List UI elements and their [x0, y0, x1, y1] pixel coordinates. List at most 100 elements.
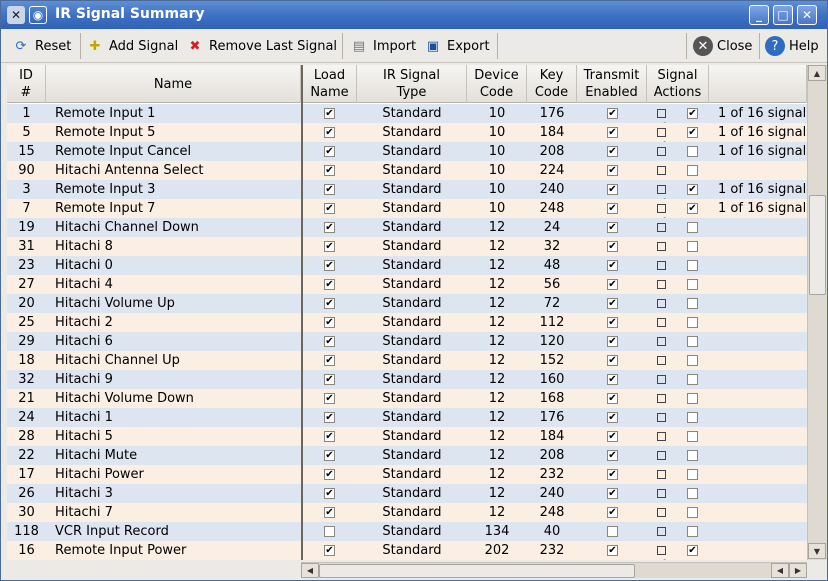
scroll-right-button[interactable]: ▶: [789, 563, 807, 578]
add-signal-button[interactable]: ✚ Add Signal: [81, 33, 182, 59]
signal-action-checkbox[interactable]: [687, 450, 698, 461]
signal-error-icon[interactable]: ✕: [657, 487, 673, 513]
transmit-enabled-checkbox[interactable]: ✔: [607, 260, 618, 271]
header-ir-signal-type[interactable]: IR Signal Type: [357, 65, 467, 103]
table-row[interactable]: 21 Hitachi Volume Down Standard 12 168 ✔ ✔ ✕: [7, 389, 807, 418]
transmit-enabled-checkbox[interactable]: ✔: [607, 488, 618, 499]
load-name-checkbox[interactable]: ✔: [324, 488, 335, 499]
load-name-checkbox[interactable]: ✔: [324, 260, 335, 271]
transmit-enabled-checkbox[interactable]: ✔: [607, 355, 618, 366]
transmit-enabled-checkbox[interactable]: ✔: [607, 412, 618, 423]
table-row[interactable]: 28 Hitachi 5 Standard 12 184 ✔ ✔ ✕: [7, 427, 807, 456]
signal-error-icon[interactable]: ✕: [657, 430, 673, 456]
signal-action-checkbox[interactable]: [687, 526, 698, 537]
scroll-down-button[interactable]: ▼: [808, 543, 826, 559]
transmit-enabled-checkbox[interactable]: ✔: [607, 146, 618, 157]
signal-action-checkbox[interactable]: [687, 336, 698, 347]
signal-action-checkbox[interactable]: [687, 241, 698, 252]
transmit-enabled-checkbox[interactable]: ✔: [607, 165, 618, 176]
transmit-enabled-checkbox[interactable]: ✔: [607, 241, 618, 252]
signal-action-checkbox[interactable]: [687, 260, 698, 271]
load-name-checkbox[interactable]: ✔: [324, 203, 335, 214]
table-row[interactable]: 118 VCR Input Record Standard 134 40 ✕: [7, 522, 807, 551]
signal-ok-icon[interactable]: ✔: [657, 202, 673, 228]
signal-action-checkbox[interactable]: [687, 488, 698, 499]
table-row[interactable]: 26 Hitachi 3 Standard 12 240 ✔ ✔ ✕: [7, 484, 807, 513]
load-name-checkbox[interactable]: ✔: [324, 222, 335, 233]
transmit-enabled-checkbox[interactable]: ✔: [607, 108, 618, 119]
signal-action-checkbox[interactable]: ✔: [687, 203, 698, 214]
table-row[interactable]: 31 Hitachi 8 Standard 12 32 ✔ ✔ ✕: [7, 237, 807, 266]
transmit-enabled-checkbox[interactable]: ✔: [607, 545, 618, 556]
help-button[interactable]: ? Help: [761, 33, 823, 59]
signal-ok-icon[interactable]: ✔: [657, 183, 673, 209]
header-name[interactable]: Name: [46, 65, 301, 103]
signal-action-checkbox[interactable]: [687, 374, 698, 385]
signal-error-icon[interactable]: ✕: [657, 525, 673, 551]
signal-action-checkbox[interactable]: ✔: [687, 184, 698, 195]
scroll-left-button[interactable]: ◀: [301, 563, 319, 578]
transmit-enabled-checkbox[interactable]: [607, 526, 618, 537]
scroll-up-button[interactable]: ▲: [808, 65, 826, 81]
transmit-enabled-checkbox[interactable]: ✔: [607, 222, 618, 233]
load-name-checkbox[interactable]: ✔: [324, 108, 335, 119]
transmit-enabled-checkbox[interactable]: ✔: [607, 374, 618, 385]
signal-error-icon[interactable]: ✕: [657, 164, 673, 190]
table-row[interactable]: 15 Remote Input Cancel Standard 10 208 1 of 1…: [7, 142, 807, 171]
load-name-checkbox[interactable]: ✔: [324, 317, 335, 328]
load-name-checkbox[interactable]: ✔: [324, 146, 335, 157]
signal-error-icon[interactable]: ✕: [657, 373, 673, 399]
transmit-enabled-checkbox[interactable]: ✔: [607, 507, 618, 518]
table-row[interactable]: 18 Hitachi Channel Up Standard 12 152 ✔ ✔ ✕: [7, 351, 807, 380]
header-id[interactable]: ID #: [7, 65, 46, 103]
load-name-checkbox[interactable]: [324, 526, 335, 537]
maximize-button[interactable]: □: [773, 5, 793, 25]
signal-action-checkbox[interactable]: ✔: [687, 545, 698, 556]
vertical-scroll-thumb[interactable]: [809, 195, 826, 295]
import-button[interactable]: ▤ Import: [345, 33, 420, 59]
header-extra[interactable]: [709, 65, 807, 103]
load-name-checkbox[interactable]: ✔: [324, 374, 335, 385]
signal-error-icon[interactable]: ✕: [657, 354, 673, 380]
transmit-enabled-checkbox[interactable]: ✔: [607, 336, 618, 347]
table-row[interactable]: 25 Hitachi 2 Standard 12 112 ✔ ✔ ✕: [7, 313, 807, 342]
table-row[interactable]: 1 Remote Input 1 Standard 10 176 1 of 16 sign…: [7, 104, 807, 133]
signal-action-checkbox[interactable]: [687, 431, 698, 442]
signal-error-icon[interactable]: ✕: [657, 411, 673, 437]
signal-action-checkbox[interactable]: [687, 412, 698, 423]
load-name-checkbox[interactable]: ✔: [324, 241, 335, 252]
load-name-checkbox[interactable]: ✔: [324, 450, 335, 461]
header-device-code[interactable]: Device Code: [467, 65, 527, 103]
header-key-code[interactable]: Key Code: [527, 65, 577, 103]
table-row[interactable]: 17 Hitachi Power Standard 12 232 ✔ ✔ ✕: [7, 465, 807, 494]
transmit-enabled-checkbox[interactable]: ✔: [607, 203, 618, 214]
horizontal-scrollbar[interactable]: ◀ ◀ ▶: [301, 562, 807, 578]
signal-ok-icon[interactable]: ✔: [657, 126, 673, 152]
transmit-enabled-checkbox[interactable]: ✔: [607, 184, 618, 195]
horizontal-scroll-thumb[interactable]: [319, 564, 635, 578]
signal-action-checkbox[interactable]: ✔: [687, 127, 698, 138]
signal-action-checkbox[interactable]: ✔: [687, 108, 698, 119]
load-name-checkbox[interactable]: ✔: [324, 298, 335, 309]
table-row[interactable]: 23 Hitachi 0 Standard 12 48 ✔ ✔ ✕: [7, 256, 807, 285]
transmit-enabled-checkbox[interactable]: ✔: [607, 431, 618, 442]
load-name-checkbox[interactable]: ✔: [324, 127, 335, 138]
minimize-button[interactable]: _: [749, 5, 769, 25]
signal-error-icon[interactable]: ✕: [657, 240, 673, 266]
signal-ok-icon[interactable]: ✔: [657, 544, 673, 560]
remove-last-signal-button[interactable]: ✖ Remove Last Signal: [181, 33, 341, 59]
transmit-enabled-checkbox[interactable]: ✔: [607, 279, 618, 290]
transmit-enabled-checkbox[interactable]: ✔: [607, 317, 618, 328]
vertical-scrollbar[interactable]: ▲ ▼: [807, 65, 827, 560]
table-row[interactable]: 19 Hitachi Channel Down Standard 12 24 ✔ ✔ ✕: [7, 218, 807, 247]
transmit-enabled-checkbox[interactable]: ✔: [607, 393, 618, 404]
signal-action-checkbox[interactable]: [687, 222, 698, 233]
header-transmit-enabled[interactable]: Transmit Enabled: [577, 65, 647, 103]
window-menu-icon[interactable]: ◉: [29, 6, 47, 24]
signal-error-icon[interactable]: ✕: [657, 145, 673, 171]
load-name-checkbox[interactable]: ✔: [324, 355, 335, 366]
close-button[interactable]: ✕ Close: [689, 33, 756, 59]
load-name-checkbox[interactable]: ✔: [324, 393, 335, 404]
table-row[interactable]: 32 Hitachi 9 Standard 12 160 ✔ ✔ ✕: [7, 370, 807, 399]
signal-action-checkbox[interactable]: [687, 298, 698, 309]
